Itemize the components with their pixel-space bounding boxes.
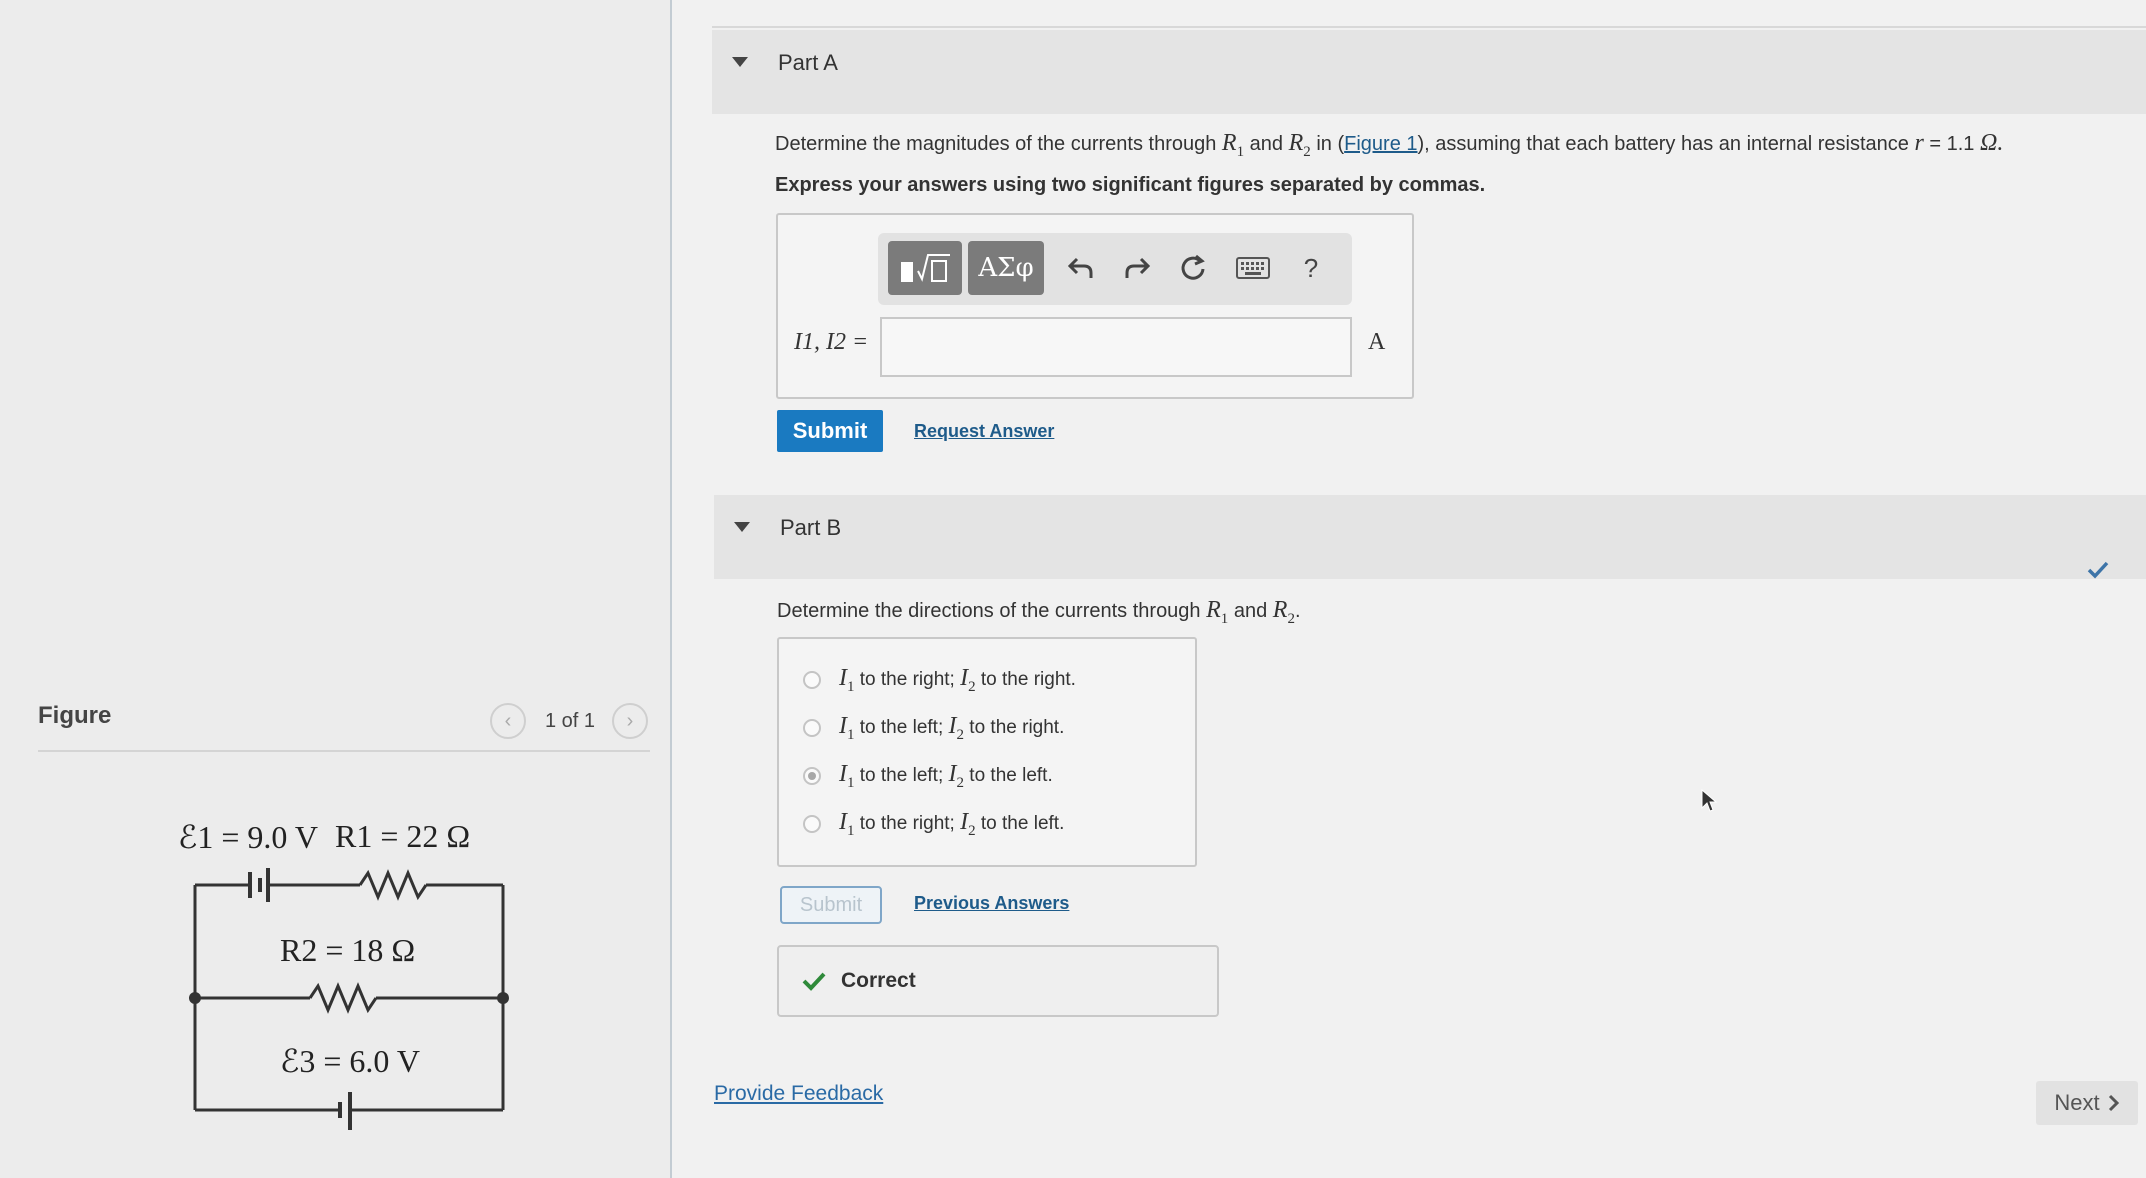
part-a-instruction: Express your answers using two significa… (775, 174, 1486, 196)
r2-symbol: R2 (1272, 597, 1295, 627)
r2-symbol: R2 (1288, 130, 1311, 160)
r1-symbol: R1 (1221, 130, 1245, 160)
mouse-cursor-icon (1701, 788, 1718, 812)
sqrt-template-icon[interactable] (888, 241, 962, 295)
figure-label: Figure (38, 702, 112, 729)
greek-symbols-button[interactable]: ΑΣφ (968, 241, 1044, 295)
answer-box: ΑΣφ ? I1, I2 = A (776, 213, 1414, 399)
chevron-right-icon[interactable]: › (612, 703, 648, 739)
checkmark-icon (2087, 561, 2109, 579)
figure-divider (38, 750, 650, 752)
provide-feedback-link[interactable]: Provide Feedback (714, 1082, 883, 1106)
figure-link[interactable]: Figure 1 (1344, 133, 1417, 155)
next-button[interactable]: Next (2036, 1081, 2138, 1125)
part-b-title: Part B (780, 515, 842, 540)
radio-option-3[interactable] (803, 767, 821, 786)
input-label: I1, I2 = (794, 329, 869, 355)
redo-icon[interactable] (1114, 243, 1160, 293)
radio-option-1[interactable] (803, 671, 821, 690)
part-a-header[interactable]: Part A (712, 30, 2146, 114)
circuit-diagram: ℰ1 = 9.0 V R1 = 22 Ω R2 = 18 Ω ℰ3 = 6.0 … (150, 800, 530, 1160)
option-3[interactable]: I1 to the left; I2 to the left. (803, 761, 1053, 792)
in-text: in ( (1316, 133, 1345, 155)
option-1[interactable]: I1 to the right; I2 to the right. (803, 665, 1076, 696)
circuit-wiring (189, 868, 509, 1130)
help-button[interactable]: ? (1288, 243, 1334, 293)
reset-icon[interactable] (1170, 243, 1216, 293)
request-answer-link[interactable]: Request Answer (914, 421, 1054, 442)
checkmark-icon (802, 972, 826, 991)
option-2[interactable]: I1 to the left; I2 to the right. (803, 713, 1064, 744)
radio-option-4[interactable] (803, 815, 821, 834)
result-text: Correct (841, 969, 916, 992)
figure-pager-text: 1 of 1 (545, 710, 596, 732)
collapse-caret-icon[interactable] (732, 57, 748, 67)
collapse-caret-icon[interactable] (734, 522, 750, 532)
option-4[interactable]: I1 to the right; I2 to the left. (803, 809, 1064, 840)
and-text: and (1249, 133, 1284, 155)
r-value: = 1.1 (1929, 133, 1975, 155)
answer-input[interactable] (880, 317, 1352, 377)
unit-label: A (1368, 329, 1386, 355)
result-box: Correct (777, 945, 1219, 1017)
previous-answers-link[interactable]: Previous Answers (914, 893, 1069, 914)
radio-option-2[interactable] (803, 719, 821, 738)
chevron-right-icon (2108, 1094, 2119, 1112)
question-text: Determine the magnitudes of the currents… (775, 133, 1217, 155)
question-tail: ), assuming that each battery has an int… (1417, 133, 1909, 155)
keyboard-icon[interactable] (1228, 243, 1278, 293)
question-text: Determine the directions of the currents… (777, 600, 1201, 622)
submit-button[interactable]: Submit (777, 410, 883, 452)
and-text: and (1233, 600, 1268, 622)
part-b-question: Determine the directions of the currents… (777, 597, 1301, 627)
top-divider (712, 26, 2146, 28)
chevron-left-icon[interactable]: ‹ (490, 703, 526, 739)
part-a-title: Part A (778, 50, 838, 75)
math-toolbar: ΑΣφ ? (878, 233, 1352, 305)
r-unit: Ω. (1979, 130, 2004, 156)
next-label: Next (2054, 1090, 2100, 1115)
r1-symbol: R1 (1206, 597, 1229, 627)
answer-options: I1 to the right; I2 to the right. I1 to … (777, 637, 1197, 867)
undo-icon[interactable] (1058, 243, 1104, 293)
part-b-header[interactable]: Part B (714, 495, 2146, 579)
submit-button-disabled: Submit (780, 886, 882, 924)
r-symbol: r (1914, 130, 1924, 156)
part-a-question: Determine the magnitudes of the currents… (775, 130, 2003, 161)
